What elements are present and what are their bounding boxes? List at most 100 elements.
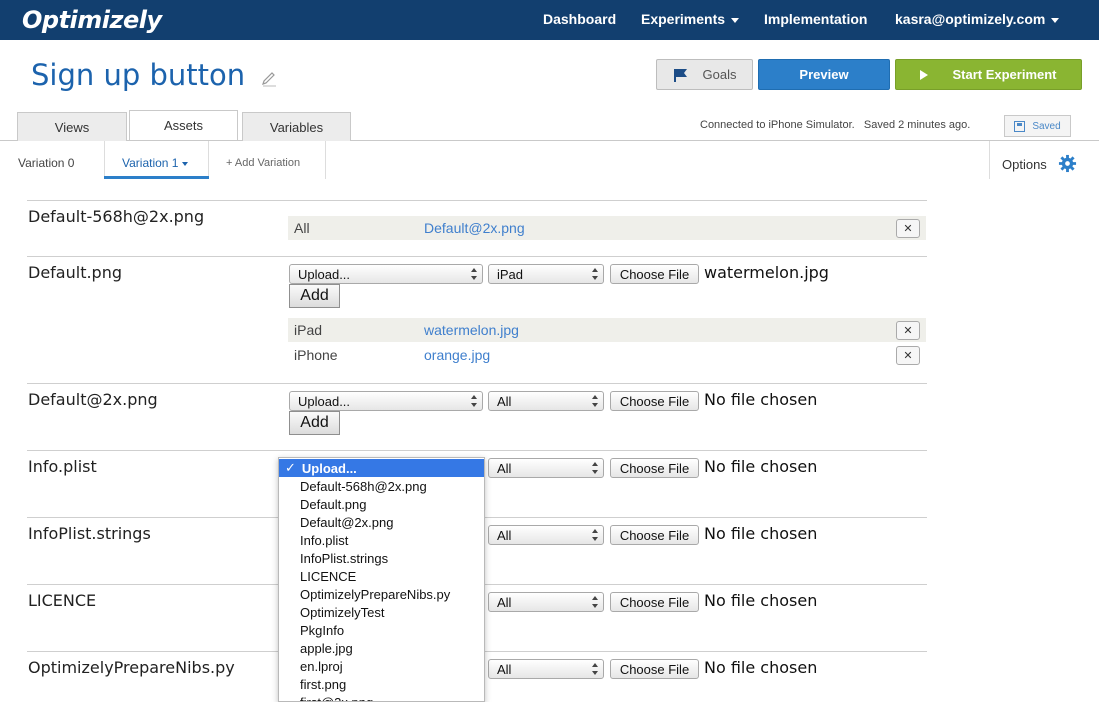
nav-implementation[interactable]: Implementation — [764, 11, 867, 27]
mapping-file-link[interactable]: Default@2x.png — [424, 220, 525, 236]
row-divider — [27, 450, 927, 451]
device-select-value: All — [497, 460, 512, 476]
choose-file-button[interactable]: Choose File — [610, 391, 699, 411]
device-select-value: iPad — [497, 266, 524, 282]
top-nav-bar: Optimizely Dashboard Experiments Impleme… — [0, 0, 1099, 40]
mapping-file-link[interactable]: watermelon.jpg — [424, 322, 519, 338]
choose-file-button[interactable]: Choose File — [610, 592, 699, 612]
dropdown-option[interactable]: en.lproj — [279, 657, 484, 675]
select-arrows-icon — [592, 596, 598, 608]
mapping-device: iPad — [294, 322, 323, 338]
dropdown-option[interactable]: Default-568h@2x.png — [279, 477, 484, 495]
tab-assets[interactable]: Assets — [129, 110, 238, 140]
remove-mapping-button[interactable]: ✕ — [896, 218, 920, 238]
device-select[interactable]: All — [488, 659, 604, 679]
choose-file-button[interactable]: Choose File — [610, 264, 699, 284]
dropdown-option-selected[interactable]: ✓ Upload... — [279, 459, 484, 477]
preview-button[interactable]: Preview — [758, 59, 890, 90]
select-arrows-icon — [592, 529, 598, 541]
remove-mapping-button[interactable]: ✕ — [896, 345, 920, 365]
mapping-file-link[interactable]: orange.jpg — [424, 347, 490, 363]
chevron-down-icon — [1051, 17, 1060, 23]
connection-status: Connected to iPhone Simulator. Saved 2 m… — [700, 119, 971, 131]
variation-divider — [325, 141, 326, 179]
dropdown-option[interactable]: LICENCE — [279, 567, 484, 585]
row-divider — [27, 256, 927, 257]
upload-dropdown-menu[interactable]: ✓ Upload... Default-568h@2x.png Default.p… — [278, 457, 485, 702]
variation-1-tab[interactable]: Variation 1 — [122, 156, 189, 170]
dropdown-option-label: Upload... — [301, 460, 357, 476]
dropdown-option[interactable]: PkgInfo — [279, 621, 484, 639]
saved-label: Saved — [1032, 120, 1061, 132]
saved-button[interactable]: Saved — [1004, 115, 1071, 137]
dropdown-option[interactable]: apple.jpg — [279, 639, 484, 657]
mapping-device: All — [294, 220, 310, 236]
goals-label: Goals — [702, 67, 737, 82]
nav-experiments-label: Experiments — [641, 11, 726, 27]
row-divider — [27, 200, 927, 201]
dropdown-option[interactable]: OptimizelyTest — [279, 603, 484, 621]
device-select[interactable]: All — [488, 592, 604, 612]
upload-select[interactable]: Upload... — [289, 264, 483, 284]
dropdown-option[interactable]: first.png — [279, 675, 484, 693]
nav-experiments[interactable]: Experiments — [641, 11, 740, 27]
flag-icon — [673, 68, 687, 82]
remove-mapping-button[interactable]: ✕ — [896, 320, 920, 340]
add-variation-button[interactable]: + Add Variation — [226, 157, 300, 169]
chosen-file-name: No file chosen — [704, 390, 818, 409]
mapping-row: iPad watermelon.jpg ✕ — [288, 318, 926, 342]
row-divider — [27, 383, 927, 384]
pencil-edit-icon[interactable] — [260, 70, 278, 88]
variation-0-tab[interactable]: Variation 0 — [18, 156, 74, 170]
page-title: Sign up button — [31, 58, 246, 92]
upload-select[interactable]: Upload... — [289, 391, 483, 411]
chosen-file-name: No file chosen — [704, 658, 818, 677]
variation-active-underline — [104, 176, 209, 179]
optimizely-logo[interactable]: Optimizely — [22, 6, 162, 34]
select-arrows-icon — [592, 663, 598, 675]
disk-icon — [1014, 120, 1026, 132]
asset-name: OptimizelyPrepareNibs.py — [28, 658, 235, 677]
upload-select-value: Upload... — [298, 266, 351, 282]
user-email: kasra@optimizely.com — [895, 11, 1046, 27]
nav-dashboard[interactable]: Dashboard — [543, 11, 616, 27]
play-icon — [920, 69, 929, 80]
start-experiment-button[interactable]: Start Experiment — [895, 59, 1082, 90]
dropdown-option[interactable]: Default.png — [279, 495, 484, 513]
checkmark-icon: ✓ — [285, 460, 296, 475]
device-select[interactable]: All — [488, 391, 604, 411]
device-select-value: All — [497, 527, 512, 543]
device-select[interactable]: iPad — [488, 264, 604, 284]
asset-name: InfoPlist.strings — [28, 524, 151, 543]
dropdown-option[interactable]: Info.plist — [279, 531, 484, 549]
options-button[interactable]: Options — [1002, 157, 1047, 172]
chosen-file-name: watermelon.jpg — [704, 263, 829, 282]
choose-file-button[interactable]: Choose File — [610, 458, 699, 478]
device-select-value: All — [497, 393, 512, 409]
device-select[interactable]: All — [488, 525, 604, 545]
gear-icon[interactable] — [1058, 154, 1077, 173]
choose-file-button[interactable]: Choose File — [610, 525, 699, 545]
asset-name: Info.plist — [28, 457, 97, 476]
asset-name: Default.png — [28, 263, 122, 282]
tab-variables[interactable]: Variables — [242, 112, 351, 141]
asset-name: Default@2x.png — [28, 390, 158, 409]
chevron-down-icon — [182, 161, 189, 166]
mapping-device: iPhone — [294, 347, 338, 363]
nav-user-menu[interactable]: kasra@optimizely.com — [895, 11, 1060, 27]
upload-select-value: Upload... — [298, 393, 351, 409]
add-button[interactable]: Add — [289, 411, 340, 435]
chosen-file-name: No file chosen — [704, 591, 818, 610]
dropdown-option[interactable]: InfoPlist.strings — [279, 549, 484, 567]
dropdown-option[interactable]: Default@2x.png — [279, 513, 484, 531]
dropdown-option[interactable]: first@2x.png — [279, 693, 484, 702]
dropdown-option[interactable]: OptimizelyPrepareNibs.py — [279, 585, 484, 603]
device-select[interactable]: All — [488, 458, 604, 478]
asset-name: LICENCE — [28, 591, 97, 610]
add-button[interactable]: Add — [289, 284, 340, 308]
select-arrows-icon — [471, 395, 477, 407]
goals-button[interactable]: Goals — [656, 59, 753, 90]
choose-file-button[interactable]: Choose File — [610, 659, 699, 679]
select-arrows-icon — [592, 462, 598, 474]
tab-views[interactable]: Views — [17, 112, 127, 141]
